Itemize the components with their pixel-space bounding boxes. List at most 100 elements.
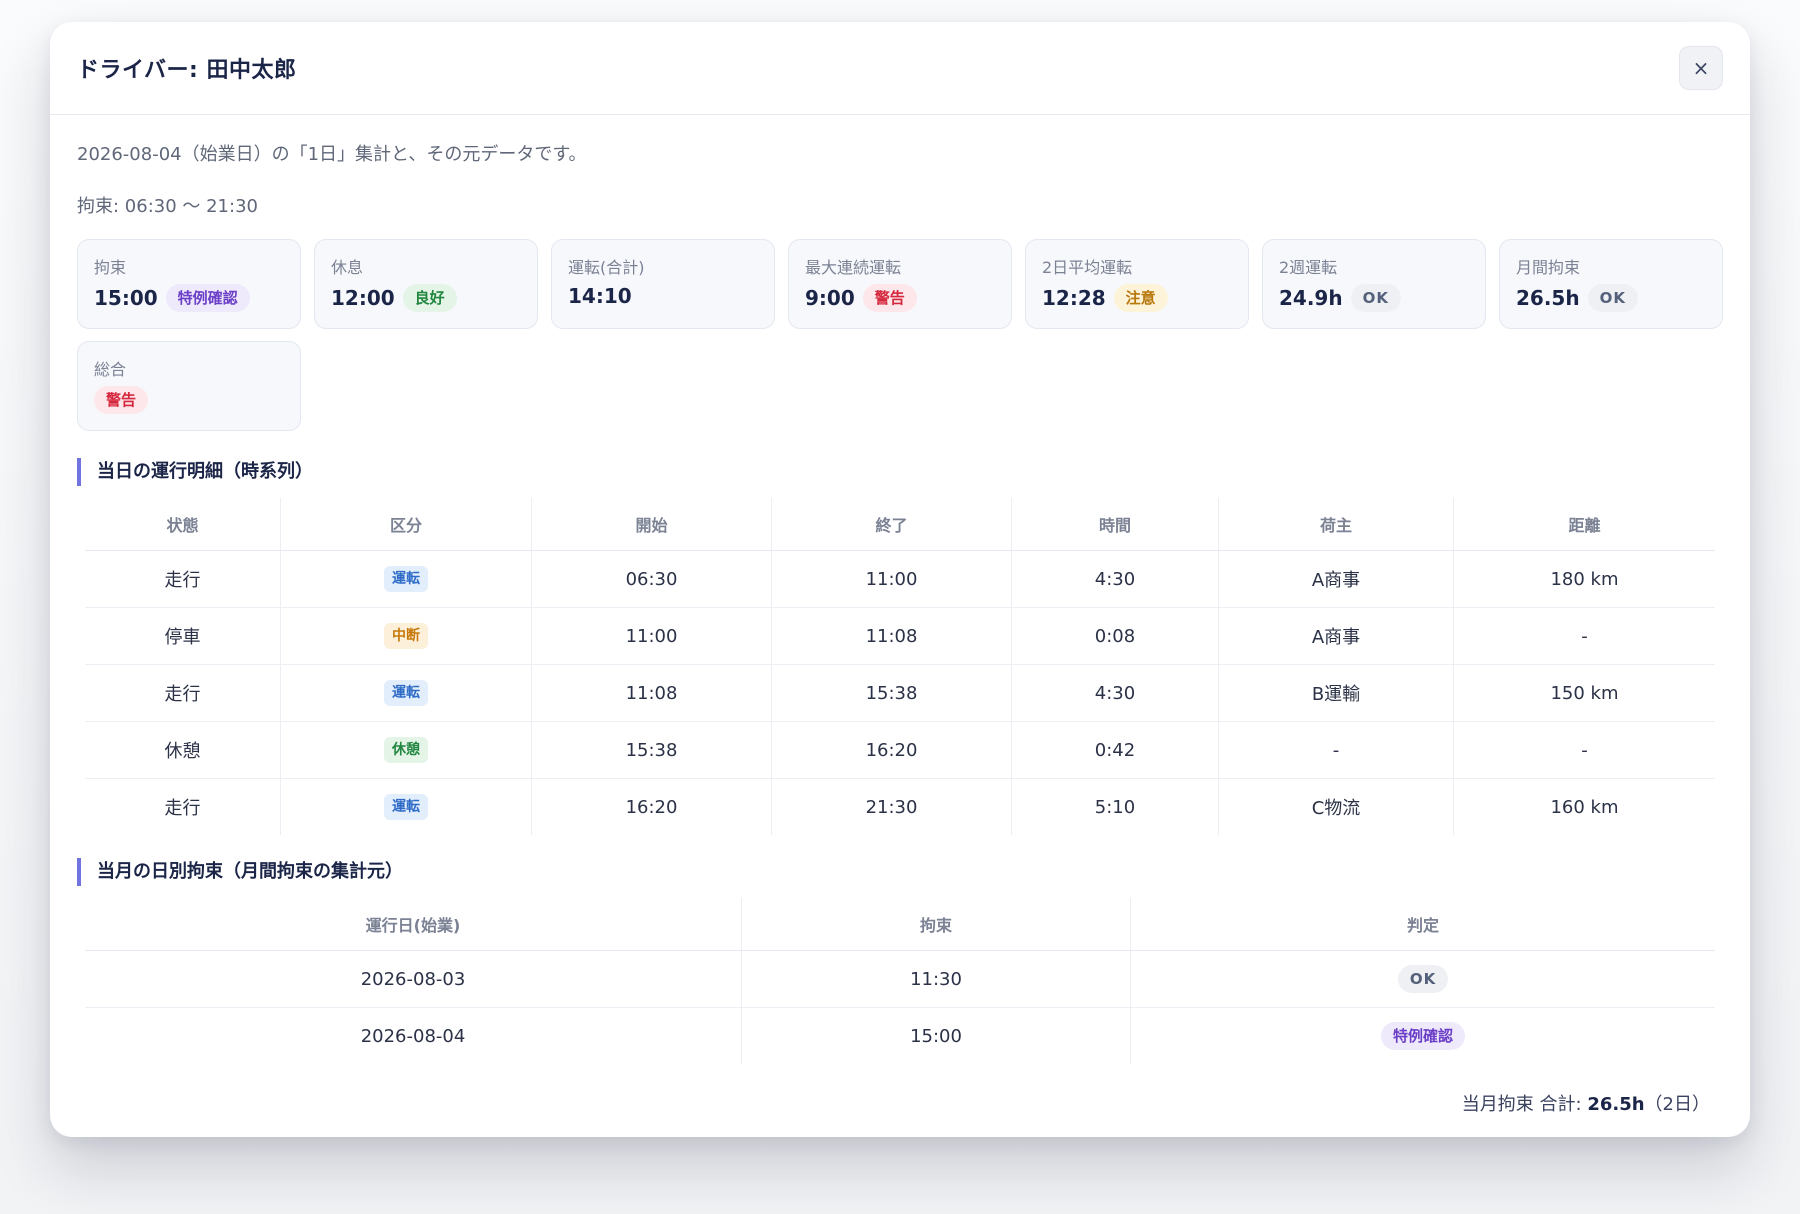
- card-label: 月間拘束: [1516, 258, 1581, 277]
- cell-judgement: OK: [1130, 950, 1715, 1008]
- monthly-total-value: 26.5h: [1587, 1094, 1645, 1115]
- driver-detail-modal: ドライバー: 田中太郎 × 2026-08-04（始業日）の「1日」集計と、その…: [50, 22, 1750, 1137]
- table-row: 走行 運転 11:08 15:38 4:30 B運輸 150 km: [85, 664, 1715, 722]
- table-row: 走行 運転 06:30 11:00 4:30 A商事 180 km: [85, 550, 1715, 608]
- summary-card-2day-average: 2日平均運転 12:28 注意: [1025, 239, 1249, 329]
- card-label: 2週運転: [1279, 258, 1338, 277]
- cell-end: 16:20: [771, 721, 1012, 779]
- card-label: 総合: [94, 360, 127, 379]
- category-badge: 休憩: [384, 737, 428, 763]
- summary-card-max-continuous: 最大連続運転 9:00 警告: [788, 239, 1012, 329]
- column-header: 状態: [85, 498, 281, 551]
- cell-end: 21:30: [771, 778, 1012, 835]
- card-label: 休息: [331, 258, 364, 277]
- cell-start: 06:30: [531, 550, 772, 608]
- monthly-total: 当月拘束 合計: 26.5h（2日）: [1462, 1090, 1710, 1116]
- status-badge: 注意: [1113, 284, 1168, 312]
- operations-table: 状態 区分 開始 終了 時間 荷主 距離 走行 運転 06:30 11:00 4…: [85, 498, 1715, 835]
- cell-binding: 11:30: [741, 950, 1131, 1008]
- cell-end: 11:08: [771, 607, 1012, 665]
- modal-subtitle: 2026-08-04（始業日）の「1日」集計と、その元データです。: [77, 144, 587, 165]
- cell-state: 走行: [164, 798, 201, 819]
- column-header: 荷主: [1218, 498, 1454, 551]
- summary-card-overall: 総合 警告: [77, 341, 301, 431]
- table-header-row: 運行日(始業) 拘束 判定: [85, 898, 1715, 951]
- summary-card-monthly-binding: 月間拘束 26.5h OK: [1499, 239, 1723, 329]
- cell-distance: 180 km: [1453, 550, 1715, 608]
- modal-header: ドライバー: 田中太郎 ×: [50, 22, 1750, 115]
- binding-period: 拘束: 06:30 〜 21:30: [77, 196, 258, 217]
- close-button[interactable]: ×: [1679, 46, 1723, 90]
- category-badge: 中断: [384, 623, 428, 649]
- cell-shipper: C物流: [1218, 778, 1454, 835]
- summary-card-binding: 拘束 15:00 特例確認: [77, 239, 301, 329]
- cell-category: 運転: [280, 664, 532, 722]
- card-label: 2日平均運転: [1042, 258, 1133, 277]
- table-row: 走行 運転 16:20 21:30 5:10 C物流 160 km: [85, 778, 1715, 835]
- column-header: 判定: [1130, 898, 1715, 951]
- status-badge: OK: [1350, 284, 1401, 312]
- column-header: 終了: [771, 498, 1012, 551]
- cell-duration: 0:08: [1011, 607, 1219, 665]
- cell-duration: 0:42: [1011, 721, 1219, 779]
- cell-state: 走行: [85, 550, 281, 608]
- cell-start: 15:38: [531, 721, 772, 779]
- cell-distance: -: [1453, 721, 1715, 779]
- category-badge: 運転: [384, 680, 428, 706]
- table-row: 休憩 休憩 15:38 16:20 0:42 - -: [85, 721, 1715, 779]
- summary-card-2week-driving: 2週運転 24.9h OK: [1262, 239, 1486, 329]
- cell-distance: -: [1453, 607, 1715, 665]
- card-label: 運転(合計): [568, 258, 645, 277]
- cell-shipper: B運輸: [1218, 664, 1454, 722]
- judgement-badge: 特例確認: [1380, 1022, 1465, 1050]
- status-badge: 特例確認: [165, 284, 250, 312]
- cell-shipper: -: [1218, 721, 1454, 779]
- card-label: 拘束: [94, 258, 127, 277]
- cell-date: 2026-08-04: [360, 1025, 466, 1047]
- cell-start: 11:08: [531, 664, 772, 722]
- summary-card-driving-total: 運転(合計) 14:10: [551, 239, 775, 329]
- cell-state: 走行: [85, 664, 281, 722]
- cell-duration: 4:30: [1011, 550, 1219, 608]
- card-value: 12:28: [1042, 286, 1106, 310]
- cell-state: 停車: [85, 607, 281, 665]
- cell-category: 中断: [280, 607, 532, 665]
- cell-start: 16:20: [531, 778, 772, 835]
- cell-duration: 5:10: [1011, 778, 1219, 835]
- status-badge: 警告: [94, 386, 149, 414]
- column-header: 開始: [531, 498, 772, 551]
- card-value: 26.5h: [1516, 286, 1580, 310]
- operations-section-title: 当日の運行明細（時系列）: [77, 458, 313, 486]
- card-value: 12:00: [331, 286, 395, 310]
- column-header: 区分: [280, 498, 532, 551]
- column-header: 拘束: [741, 898, 1131, 951]
- status-badge: 良好: [402, 284, 457, 312]
- cell-binding: 15:00: [741, 1007, 1131, 1064]
- monthly-binding-table: 運行日(始業) 拘束 判定 2026-08-03 11:30 OK 2026-0…: [85, 898, 1715, 1064]
- cell-state: 休憩: [85, 721, 281, 779]
- cell-duration: 4:30: [1011, 664, 1219, 722]
- card-value: 9:00: [805, 286, 855, 310]
- column-header: 距離: [1453, 498, 1715, 551]
- cell-distance: 150 km: [1453, 664, 1715, 722]
- cell-judgement: 特例確認: [1130, 1007, 1715, 1064]
- cell-date: 2026-08-03: [85, 950, 742, 1008]
- card-value: 14:10: [568, 284, 632, 308]
- card-value: 24.9h: [1279, 286, 1343, 310]
- cell-distance: 160 km: [1453, 778, 1715, 835]
- cell-end: 15:38: [771, 664, 1012, 722]
- table-row: 2026-08-04 15:00 特例確認: [85, 1007, 1715, 1064]
- table-header-row: 状態 区分 開始 終了 時間 荷主 距離: [85, 498, 1715, 551]
- card-value: 15:00: [94, 286, 158, 310]
- status-badge: OK: [1587, 284, 1638, 312]
- cell-category: 運転: [280, 550, 532, 608]
- table-row: 停車 中断 11:00 11:08 0:08 A商事 -: [85, 607, 1715, 665]
- summary-card-rest: 休息 12:00 良好: [314, 239, 538, 329]
- cell-start: 11:00: [531, 607, 772, 665]
- cell-shipper: A商事: [1218, 607, 1454, 665]
- cell-shipper: A商事: [1218, 550, 1454, 608]
- column-header: 時間: [1011, 498, 1219, 551]
- category-badge: 運転: [384, 794, 428, 820]
- monthly-section-title: 当月の日別拘束（月間拘束の集計元）: [77, 858, 403, 886]
- close-icon: ×: [1692, 56, 1710, 80]
